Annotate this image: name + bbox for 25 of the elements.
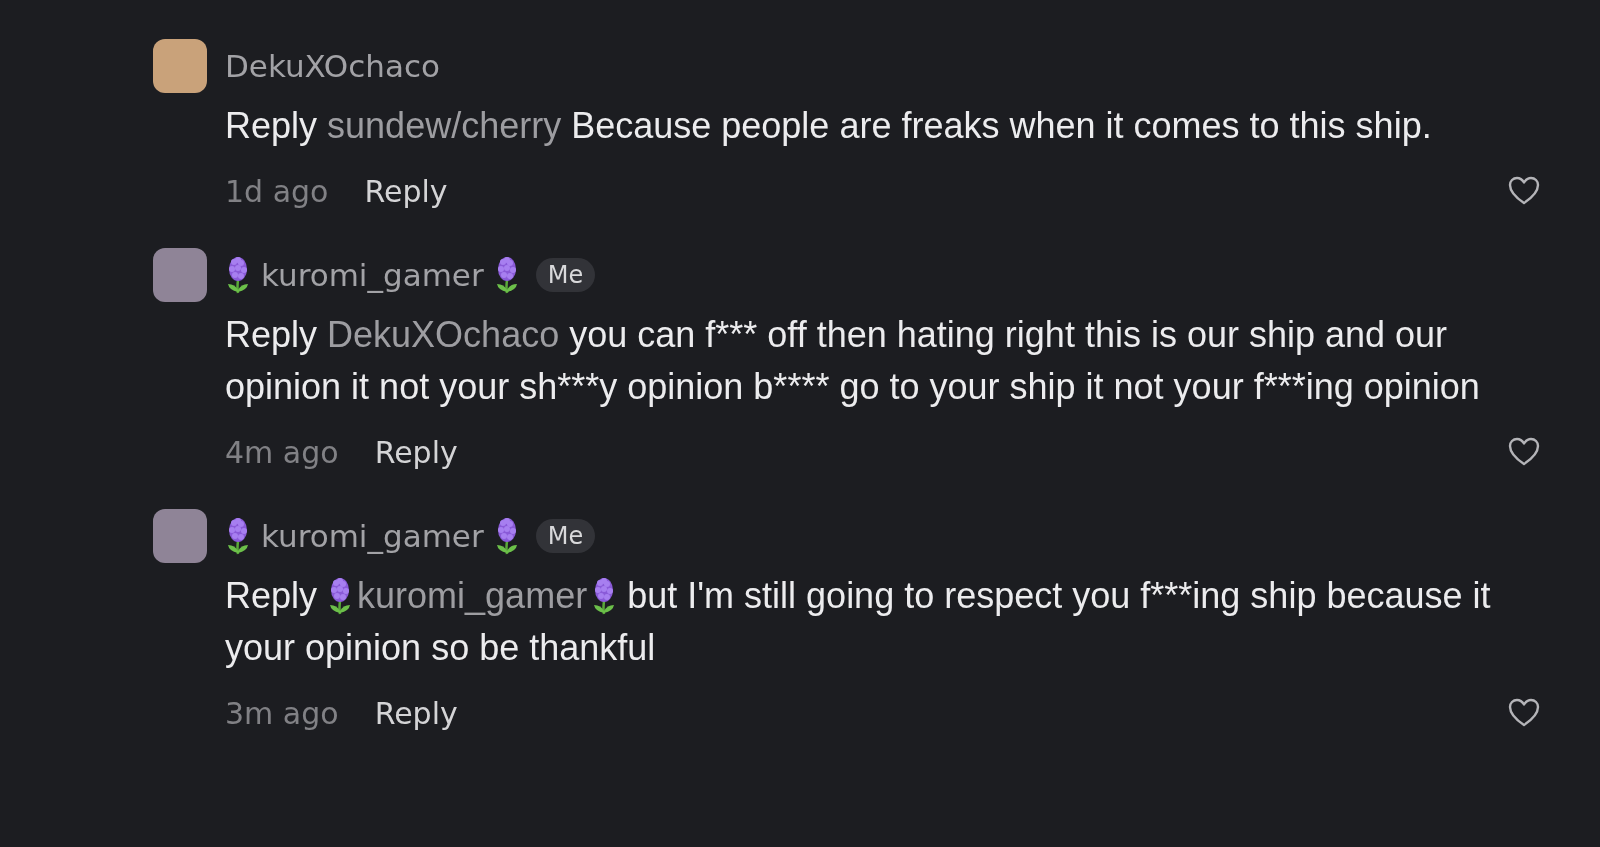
avatar-placeholder[interactable]: [153, 509, 207, 563]
me-badge: Me: [535, 258, 596, 292]
like-button[interactable]: [1508, 176, 1540, 206]
comment-text: Reply sundew/cherry Because people are freaks when it comes to this ship.: [225, 100, 1540, 152]
avatar-placeholder[interactable]: [153, 39, 207, 93]
username[interactable]: kuromi_gamer: [261, 257, 484, 293]
reply-button[interactable]: Reply: [374, 695, 458, 731]
avatar-placeholder[interactable]: [153, 248, 207, 302]
mention-link[interactable]: sundew/cherry: [327, 100, 562, 152]
reply-button[interactable]: Reply: [364, 173, 448, 209]
comment-text: Reply DekuXOchaco you can f*** off then hating right this is our ship and our opinion it not your sh***y opinion b**** go to your ship it not your f***ing opinion: [225, 309, 1540, 413]
like-button[interactable]: [1508, 437, 1540, 467]
mention-link[interactable]: DekuXOchaco: [327, 309, 560, 361]
mention-link[interactable]: kuromi_gamer: [327, 570, 618, 622]
timestamp: 3m ago: [225, 695, 339, 731]
comment-text: Reply kuromi_gamer but I'm still going to respect you f***ing ship because it your opinion so be thankful: [225, 570, 1540, 674]
username[interactable]: DekuXOchaco: [225, 48, 440, 84]
like-button[interactable]: [1508, 698, 1540, 728]
flower-icon: [225, 256, 251, 294]
username[interactable]: kuromi_gamer: [261, 518, 484, 554]
me-badge: Me: [535, 519, 596, 553]
flower-icon: [225, 517, 251, 555]
reply-button[interactable]: Reply: [374, 434, 458, 470]
timestamp: 1d ago: [225, 173, 329, 209]
timestamp: 4m ago: [225, 434, 339, 470]
